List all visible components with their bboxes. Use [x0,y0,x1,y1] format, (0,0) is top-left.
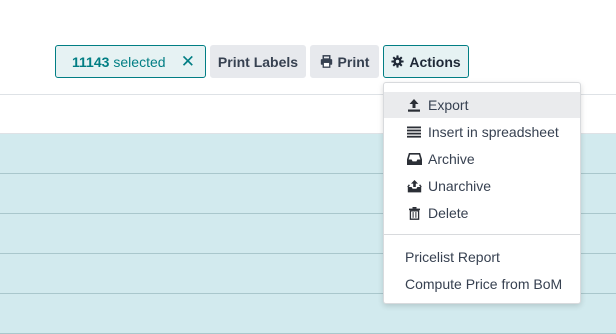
print-label: Print [337,53,370,70]
print-labels-label: Print Labels [217,53,299,70]
printer-icon [320,55,332,68]
actions-button[interactable]: Actions [383,45,469,78]
menu-item-pricelist-report[interactable]: Pricelist Report [384,244,580,270]
menu-item-archive[interactable]: Archive [384,146,580,172]
menu-item-label: Compute Price from BoM [405,276,563,292]
upload-icon [406,98,422,112]
menu-item-label: Delete [428,205,469,221]
menu-item-label: Export [428,97,469,113]
list-icon [406,125,422,139]
unarchive-icon [406,179,422,193]
inbox-icon [406,152,422,166]
menu-item-compute-price-bom[interactable]: Compute Price from BoM [384,271,580,297]
print-labels-button[interactable]: Print Labels [210,45,306,78]
selection-badge[interactable]: 11143 selected ✕ [55,45,206,78]
menu-item-unarchive[interactable]: Unarchive [384,173,580,199]
menu-item-export[interactable]: Export [384,92,580,118]
clear-selection-icon[interactable]: ✕ [181,52,195,72]
menu-item-insert-spreadsheet[interactable]: Insert in spreadsheet [384,119,580,145]
menu-item-label: Insert in spreadsheet [428,124,559,140]
selected-count: 11143 [72,53,110,70]
menu-item-label: Archive [428,151,475,167]
print-button[interactable]: Print [310,45,379,78]
actions-label: Actions [409,53,461,70]
menu-divider [384,234,580,235]
selected-label: selected [113,53,166,70]
menu-item-delete[interactable]: Delete [384,200,580,226]
trash-icon [406,206,422,220]
menu-item-label: Pricelist Report [405,249,500,265]
actions-dropdown: Export Insert in spreadsheet Archive Una… [383,82,581,304]
menu-item-label: Unarchive [428,178,492,194]
gear-icon [391,55,404,68]
